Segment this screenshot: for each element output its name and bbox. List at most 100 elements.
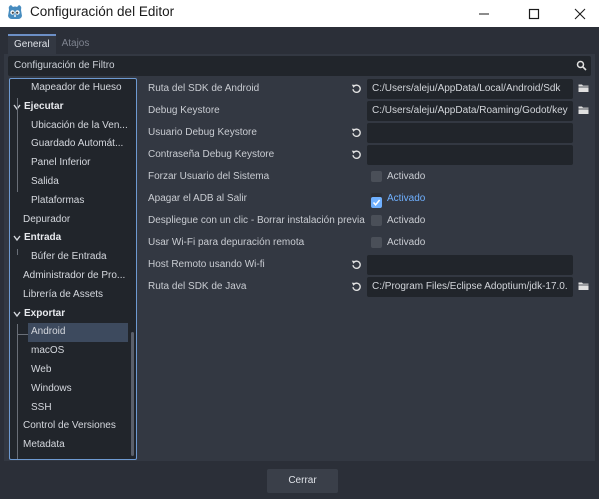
- chevron-down-icon[interactable]: [13, 234, 21, 242]
- setting-row-usar-wi-fi-para-depuracion-remota: Usar Wi-Fi para depuración remota Activad…: [147, 232, 593, 254]
- close-icon: [574, 8, 586, 19]
- tree-item-label: Depurador: [23, 213, 71, 225]
- folder-icon[interactable]: [578, 105, 589, 115]
- tree-item-label: Salida: [31, 176, 59, 187]
- tree-item-bufer-de-entrada[interactable]: Búfer de Entrada: [10, 248, 136, 267]
- tree-item-label: Exportar: [24, 307, 66, 319]
- setting-row-host-remoto-usando-wi-fi: Host Remoto usando Wi-fi: [147, 254, 593, 276]
- tree-item-label: Android: [31, 326, 66, 338]
- setting-label: Usar Wi-Fi para depuración remota: [148, 237, 305, 248]
- tree-item-label: Ubicación de la Ven...: [31, 119, 128, 131]
- revert-icon[interactable]: [351, 127, 362, 138]
- tree-item-macos[interactable]: macOS: [10, 342, 136, 361]
- setting-label: Apagar el ADB al Salir: [148, 193, 247, 204]
- filter-input[interactable]: Configuración de Filtro: [8, 56, 591, 76]
- tree-item-libreria-de-assets[interactable]: Librería de Assets: [10, 286, 136, 305]
- maximize-button[interactable]: [511, 0, 557, 27]
- tree-item-panel-inferior[interactable]: Panel Inferior: [10, 154, 136, 173]
- window-title: Configuración del Editor: [30, 4, 175, 19]
- tree-guide-line: [17, 324, 18, 459]
- tree-item-label: Panel Inferior: [31, 157, 91, 169]
- path-field[interactable]: C:/Users/aleju/AppData/Local/Android/Sdk: [367, 79, 573, 99]
- tree-item-label: SSH: [31, 401, 52, 413]
- tree-item-ubicacion-de-la-ven[interactable]: Ubicación de la Ven...: [10, 117, 136, 136]
- chevron-down-icon[interactable]: [13, 310, 21, 318]
- tree-item-web[interactable]: Web: [10, 361, 136, 380]
- tree-item-windows[interactable]: Windows: [10, 380, 136, 399]
- tab-shortcuts[interactable]: Atajos: [56, 34, 96, 54]
- settings-tree[interactable]: Mapeador de Hueso Ejecutar Ubicación de la…: [9, 78, 137, 460]
- tree-item-salida[interactable]: Salida: [10, 173, 136, 192]
- setting-label: Ruta del SDK de Java: [148, 281, 247, 292]
- text-field[interactable]: [367, 255, 573, 275]
- tree-item-mapeador-de-hueso[interactable]: Mapeador de Hueso: [10, 79, 136, 98]
- tree-guide-line: [17, 334, 28, 335]
- tree-section-ejecutar[interactable]: Ejecutar: [10, 98, 136, 117]
- tree-guide-line: [17, 98, 18, 192]
- setting-label: Forzar Usuario del Sistema: [148, 171, 270, 182]
- text-field[interactable]: [367, 123, 573, 143]
- tree-guide-line: [17, 249, 18, 255]
- setting-row-ruta-del-sdk-de-java: Ruta del SDK de Java C:/Program Files/Ecl…: [147, 276, 593, 298]
- close-button[interactable]: Cerrar: [267, 469, 338, 493]
- tree-item-label: Ejecutar: [24, 100, 64, 112]
- dialog-body: General Atajos Configuración de Filtro M…: [0, 27, 599, 499]
- tree-item-label: Web: [31, 364, 52, 375]
- tree-item-label: Control de Versiones: [23, 420, 116, 432]
- title-bar: Configuración del Editor: [0, 0, 599, 27]
- revert-icon[interactable]: [351, 149, 362, 160]
- folder-icon[interactable]: [578, 83, 589, 93]
- field-value: C:/Users/aleju/AppData/Local/Android/Sdk: [372, 83, 561, 94]
- close-window-button[interactable]: [557, 0, 599, 27]
- checkbox-checked[interactable]: [371, 193, 382, 208]
- checkbox[interactable]: [371, 215, 382, 226]
- tree-item-control-de-versiones[interactable]: Control de Versiones: [10, 417, 136, 436]
- tree-item-android[interactable]: Android: [28, 323, 128, 343]
- checkbox-label[interactable]: Activado: [387, 215, 425, 226]
- revert-icon[interactable]: [351, 83, 362, 94]
- tree-item-label: Administrador de Pro...: [23, 270, 126, 281]
- tab-bar: General Atajos: [8, 34, 95, 54]
- checkbox-label[interactable]: Activado: [387, 237, 425, 248]
- setting-label: Despliegue con un clic - Borrar instalac…: [148, 215, 365, 226]
- text-field[interactable]: [367, 145, 573, 165]
- tree-item-label: Mapeador de Hueso: [31, 82, 122, 93]
- tab-general[interactable]: General: [8, 34, 56, 54]
- setting-label: Host Remoto usando Wi-fi: [148, 259, 265, 270]
- setting-row-ruta-del-sdk-de-android: Ruta del SDK de Android C:/Users/aleju/Ap…: [147, 78, 593, 100]
- checkbox-label[interactable]: Activado: [387, 193, 425, 204]
- tree-item-guardado-automat[interactable]: Guardado Automát...: [10, 135, 136, 154]
- tree-item-administrador-de-pro[interactable]: Administrador de Pro...: [10, 267, 136, 286]
- tree-section-exportar[interactable]: Exportar: [10, 305, 136, 324]
- checkbox-label[interactable]: Activado: [387, 171, 425, 182]
- path-field[interactable]: C:/Program Files/Eclipse Adoptium/jdk-17…: [367, 277, 573, 297]
- setting-label: Ruta del SDK de Android: [148, 83, 260, 94]
- setting-row-despliegue-con-un-clic-borrar-instalacion-previa: Despliegue con un clic - Borrar instalac…: [147, 210, 593, 232]
- checkbox[interactable]: [371, 237, 382, 248]
- tree-item-label: Guardado Automát...: [31, 138, 124, 150]
- tree-item-metadata[interactable]: Metadata: [10, 436, 136, 455]
- tree-item-label: Windows: [31, 382, 72, 394]
- search-icon[interactable]: [576, 60, 587, 71]
- revert-icon[interactable]: [351, 259, 362, 270]
- checkbox[interactable]: [371, 171, 382, 182]
- tree-item-label: Entrada: [24, 232, 62, 244]
- field-value: C:/Program Files/Eclipse Adoptium/jdk-17…: [372, 281, 568, 292]
- path-field[interactable]: C:/Users/aleju/AppData/Roaming/Godot/key: [367, 101, 573, 121]
- tree-item-ssh[interactable]: SSH: [10, 399, 136, 418]
- tree-section-entrada[interactable]: Entrada: [10, 229, 136, 248]
- tree-item-label: Plataformas: [31, 194, 85, 206]
- minimize-button[interactable]: [461, 0, 507, 27]
- folder-icon[interactable]: [578, 281, 589, 291]
- revert-icon[interactable]: [351, 281, 362, 292]
- settings-panel: Configuración de Filtro Mapeador de Hues…: [4, 54, 595, 461]
- tree-item-label: Búfer de Entrada: [31, 251, 107, 263]
- minimize-icon: [479, 13, 489, 14]
- tree-item-label: Metadata: [23, 439, 65, 451]
- setting-row-forzar-usuario-del-sistema: Forzar Usuario del Sistema Activado: [147, 166, 593, 188]
- setting-row-contrasena-debug-keystore: Contraseña Debug Keystore: [147, 144, 593, 166]
- maximize-icon: [528, 8, 540, 19]
- setting-row-debug-keystore: Debug Keystore C:/Users/aleju/AppData/Roa…: [147, 100, 593, 122]
- tree-item-plataformas[interactable]: Plataformas: [10, 192, 136, 211]
- tree-item-depurador[interactable]: Depurador: [10, 211, 136, 230]
